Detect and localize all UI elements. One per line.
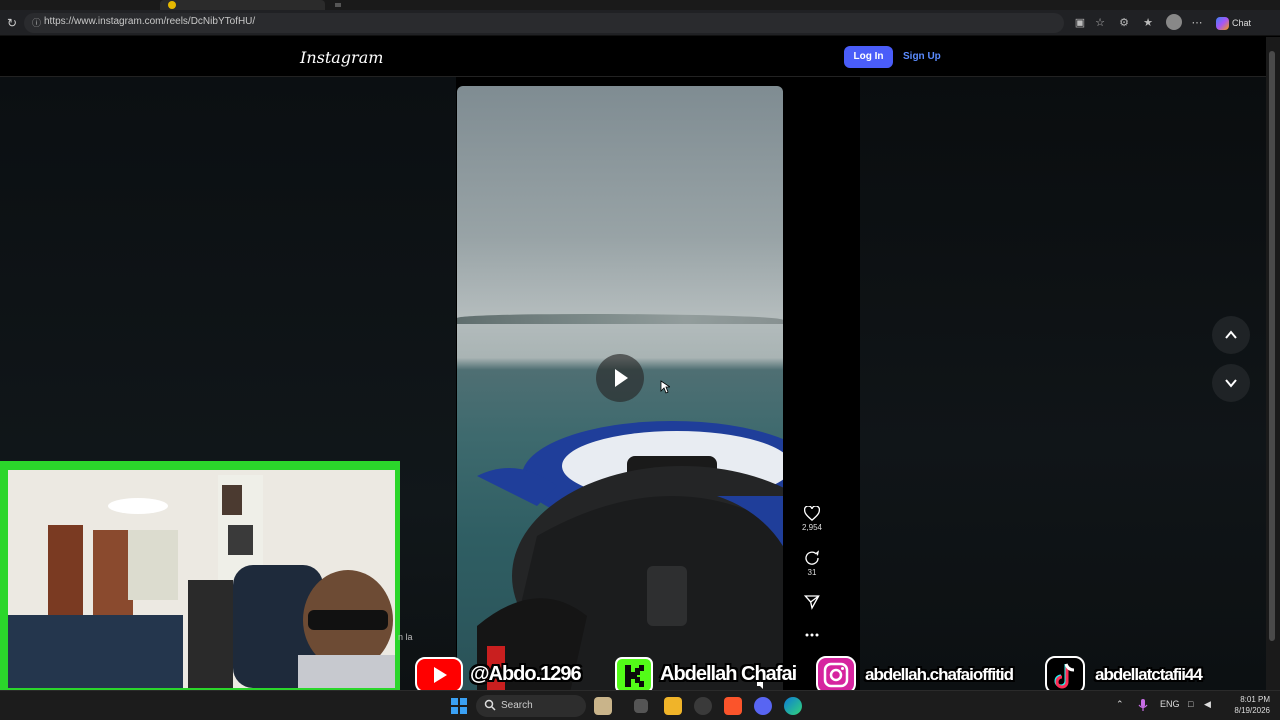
youtube-handle: @Abdo.1296 <box>470 663 582 685</box>
taskbar-search-label: Search <box>501 700 533 711</box>
comment-count: 31 <box>807 568 817 577</box>
heart-icon <box>804 506 820 521</box>
share-icon <box>804 595 820 610</box>
webcam-caption: n la <box>398 632 413 642</box>
horizon-land <box>457 314 783 324</box>
reload-icon[interactable]: ↻ <box>4 15 20 31</box>
taskbar-clock[interactable]: 8:01 PM 8/19/2026 <box>1222 694 1270 716</box>
app-install-icon[interactable]: ▣ <box>1072 15 1088 31</box>
tiktok-handle: abdellatctafii44 <box>1095 665 1203 684</box>
mouse-cursor-icon <box>660 380 670 394</box>
volume-tray-icon[interactable]: ◀ <box>1204 699 1211 710</box>
comment-action[interactable]: 31 <box>797 550 827 577</box>
scrollbar-thumb[interactable] <box>1269 51 1275 641</box>
like-action[interactable]: 2,954 <box>797 506 827 532</box>
instagram-logo[interactable]: Instagram <box>300 48 383 67</box>
file-explorer-icon[interactable] <box>664 697 682 715</box>
tab-favicon-icon <box>168 1 176 9</box>
chevron-down-icon <box>1225 379 1237 388</box>
microphone-icon[interactable] <box>1138 698 1148 712</box>
page-scrollbar[interactable] <box>1266 37 1280 690</box>
streamer-room-image <box>8 470 395 688</box>
share-action[interactable] <box>797 594 827 610</box>
play-icon <box>615 369 628 387</box>
profile-avatar[interactable] <box>1166 14 1182 30</box>
chat-label: Chat <box>1232 18 1252 28</box>
copilot-icon <box>1216 17 1229 30</box>
extensions-icon[interactable]: ⚙ <box>1116 15 1132 31</box>
youtube-icon <box>415 657 463 693</box>
chevron-up-icon <box>1225 330 1237 339</box>
clock-date: 8/19/2026 <box>1234 706 1270 715</box>
ellipsis-icon <box>805 633 819 637</box>
like-count: 2,954 <box>801 523 823 532</box>
new-tab-icon[interactable] <box>335 3 341 7</box>
network-icon[interactable]: □ <box>1188 699 1193 709</box>
copilot-chat-button[interactable]: Chat <box>1212 13 1262 33</box>
sign-up-link[interactable]: Sign Up <box>903 51 941 62</box>
webcam-overlay <box>0 461 400 691</box>
brave-icon[interactable] <box>724 697 742 715</box>
tiktok-icon <box>1045 656 1085 694</box>
browser-tab-strip <box>0 0 1280 10</box>
task-view-icon[interactable] <box>634 699 648 713</box>
chrome-icon[interactable] <box>694 697 712 715</box>
favorites-icon[interactable]: ★ <box>1140 15 1156 31</box>
kick-icon <box>615 657 653 693</box>
taskbar-widget-icon[interactable] <box>594 697 612 715</box>
browser-toolbar: ↻ ⓘ https://www.instagram.com/reels/DcNi… <box>0 10 1280 36</box>
discord-icon[interactable] <box>754 697 772 715</box>
language-indicator[interactable]: ENG <box>1160 699 1180 709</box>
edge-icon[interactable] <box>784 697 802 715</box>
previous-reel-button[interactable] <box>1212 316 1250 354</box>
clock-time: 8:01 PM <box>1240 695 1270 704</box>
webcam-feed <box>8 470 395 688</box>
play-button[interactable] <box>596 354 644 402</box>
log-in-button[interactable]: Log In <box>844 46 893 68</box>
windows-taskbar: Search ⌃ ENG □ ◀ 8:01 PM 8/19/2026 <box>0 690 1280 720</box>
address-bar-url: https://www.instagram.com/reels/DcNibYTo… <box>44 16 256 27</box>
jetski-handlebar <box>477 421 783 690</box>
kick-name: Abdellah Chafai <box>660 663 797 685</box>
comment-icon <box>805 550 820 565</box>
instagram-icon <box>816 656 856 694</box>
instagram-header: Instagram Log In Sign Up <box>0 37 1266 77</box>
background-right <box>860 77 1266 690</box>
more-menu-icon[interactable]: ⋯ <box>1189 15 1205 31</box>
address-bar[interactable]: ⓘ https://www.instagram.com/reels/DcNibY… <box>24 13 1064 33</box>
search-icon <box>484 699 496 711</box>
site-info-icon[interactable]: ⓘ <box>32 17 44 29</box>
more-options-action[interactable] <box>797 632 827 638</box>
bookmark-star-icon[interactable]: ☆ <box>1092 15 1108 31</box>
browser-tab-active[interactable] <box>160 0 325 10</box>
instagram-handle: abdellah.chafaioffitid <box>865 665 1014 684</box>
windows-start-icon[interactable] <box>451 698 467 714</box>
taskbar-search[interactable]: Search <box>476 695 586 717</box>
tray-overflow-icon[interactable]: ⌃ <box>1116 699 1124 710</box>
next-reel-button[interactable] <box>1212 364 1250 402</box>
